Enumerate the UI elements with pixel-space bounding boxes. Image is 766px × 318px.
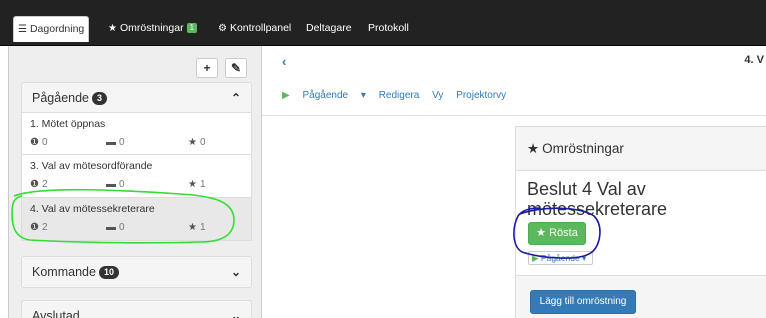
- alert-count: 2: [41, 222, 48, 233]
- projector-view-link[interactable]: Projektorvy: [456, 90, 506, 101]
- comment-count: 0: [119, 137, 125, 148]
- page-title: 4. V: [744, 54, 764, 66]
- ongoing-label: Pågående: [32, 91, 90, 105]
- tab-deltagare[interactable]: Deltagare: [302, 16, 356, 40]
- upcoming-count-badge: 10: [98, 266, 119, 279]
- add-item-button[interactable]: +: [196, 58, 218, 78]
- chevron-down-icon: ⌄: [230, 309, 241, 318]
- polls-title: Omröstningar: [542, 141, 624, 156]
- tab-label: Dagordning: [29, 23, 85, 35]
- agenda-item-title: 4. Val av mötessekreterare: [30, 203, 155, 215]
- poll-count-badge: 1: [186, 23, 198, 33]
- closed-panel-header[interactable]: Avslutad ⌄: [21, 300, 252, 318]
- star-icon: ★: [536, 227, 547, 239]
- chevron-down-icon: ⌄: [230, 265, 241, 279]
- polls-panel-title: ★ Omröstningar: [516, 127, 766, 171]
- vote-button[interactable]: ★ Rösta: [528, 222, 586, 245]
- item-subnav: ▶ Pågående ▾ Redigera Vy Projektorvy: [282, 90, 516, 101]
- alert-count: 0: [41, 137, 48, 148]
- state-dropdown[interactable]: ▶ Pågående ▾: [282, 90, 366, 101]
- tab-label: Omröstningar: [119, 22, 184, 34]
- agenda-item[interactable]: 3. Val av mötesordförande ❶2 ▬ 0 ★ 1: [21, 155, 252, 198]
- gear-icon: ⚙: [218, 23, 227, 34]
- play-icon: ▶: [282, 90, 290, 101]
- comment-icon: ▬: [106, 179, 116, 190]
- vote-count: 1: [199, 179, 206, 190]
- chevron-up-icon: ⌃: [230, 91, 241, 105]
- comment-icon: ▬: [106, 137, 116, 148]
- agenda-item-list: 1. Mötet öppnas ❶0 ▬ 0 ★ 0 3. Val av mötes…: [21, 112, 252, 241]
- play-icon: ▶: [532, 253, 539, 263]
- edit-agenda-button[interactable]: ✎: [225, 58, 247, 78]
- agenda-item-title: 3. Val av mötesordförande: [30, 160, 153, 172]
- tab-protokoll[interactable]: Protokoll: [364, 16, 413, 40]
- agenda-item[interactable]: 1. Mötet öppnas ❶0 ▬ 0 ★ 0: [21, 112, 252, 155]
- upcoming-label: Kommande: [32, 265, 96, 279]
- alert-icon: ❶: [30, 179, 39, 190]
- vote-count: 1: [199, 222, 206, 233]
- agenda-item-title: 1. Mötet öppnas: [30, 118, 106, 130]
- polls-panel: ★ Omröstningar Beslut 4 Val av mötessekre…: [515, 126, 766, 276]
- star-icon: ★: [188, 137, 197, 148]
- list-icon: ☰: [18, 24, 27, 35]
- tab-label: Protokoll: [368, 22, 409, 34]
- tab-omrostningar[interactable]: ★ Omröstningar 1: [104, 16, 201, 40]
- vote-count: 0: [199, 137, 206, 148]
- star-icon: ★: [108, 23, 117, 34]
- vote-label: Rösta: [549, 227, 578, 239]
- tab-label: Deltagare: [306, 22, 352, 34]
- state-label: Pågående: [302, 90, 349, 101]
- back-button[interactable]: ‹: [282, 54, 286, 69]
- tab-kontrollpanel[interactable]: ⚙ Kontrollpanel: [214, 16, 295, 40]
- upcoming-panel-header[interactable]: Kommande 10 ⌄: [21, 256, 252, 288]
- comment-count: 0: [119, 222, 125, 233]
- alert-icon: ❶: [30, 222, 39, 233]
- poll-state-dropdown[interactable]: ▶ Pågående ▾: [528, 251, 593, 265]
- edit-link[interactable]: Redigera: [379, 90, 420, 101]
- polls-panel-footer: Lägg till omröstning: [515, 276, 766, 318]
- add-poll-button[interactable]: Lägg till omröstning: [530, 290, 636, 314]
- comment-count: 0: [119, 179, 125, 190]
- tab-dagordning[interactable]: ☰ Dagordning: [13, 16, 90, 42]
- star-icon: ★: [188, 222, 197, 233]
- alert-icon: ❶: [30, 137, 39, 148]
- closed-label: Avslutad: [32, 309, 80, 318]
- content-header: ‹ 4. V ▶ Pågående ▾ Redigera Vy Projekto…: [262, 46, 766, 116]
- poll-state-label: Pågående: [540, 253, 580, 263]
- top-navbar: ☰ Dagordning ★ Omröstningar 1 ⚙ Kontrollpane…: [0, 0, 766, 46]
- ongoing-panel-header[interactable]: Pågående 3 ⌃: [21, 82, 252, 114]
- resolution-title: Beslut 4 Val av mötessekreterare: [527, 179, 668, 219]
- view-link[interactable]: Vy: [432, 90, 443, 101]
- tab-label: Kontrollpanel: [229, 22, 292, 34]
- alert-count: 2: [41, 179, 48, 190]
- star-icon: ★: [188, 179, 197, 190]
- star-icon: ★: [527, 141, 540, 156]
- ongoing-count-badge: 3: [92, 92, 108, 105]
- comment-icon: ▬: [106, 222, 116, 233]
- agenda-item-selected[interactable]: 4. Val av mötessekreterare ❶2 ▬ 0 ★ 1: [21, 198, 252, 241]
